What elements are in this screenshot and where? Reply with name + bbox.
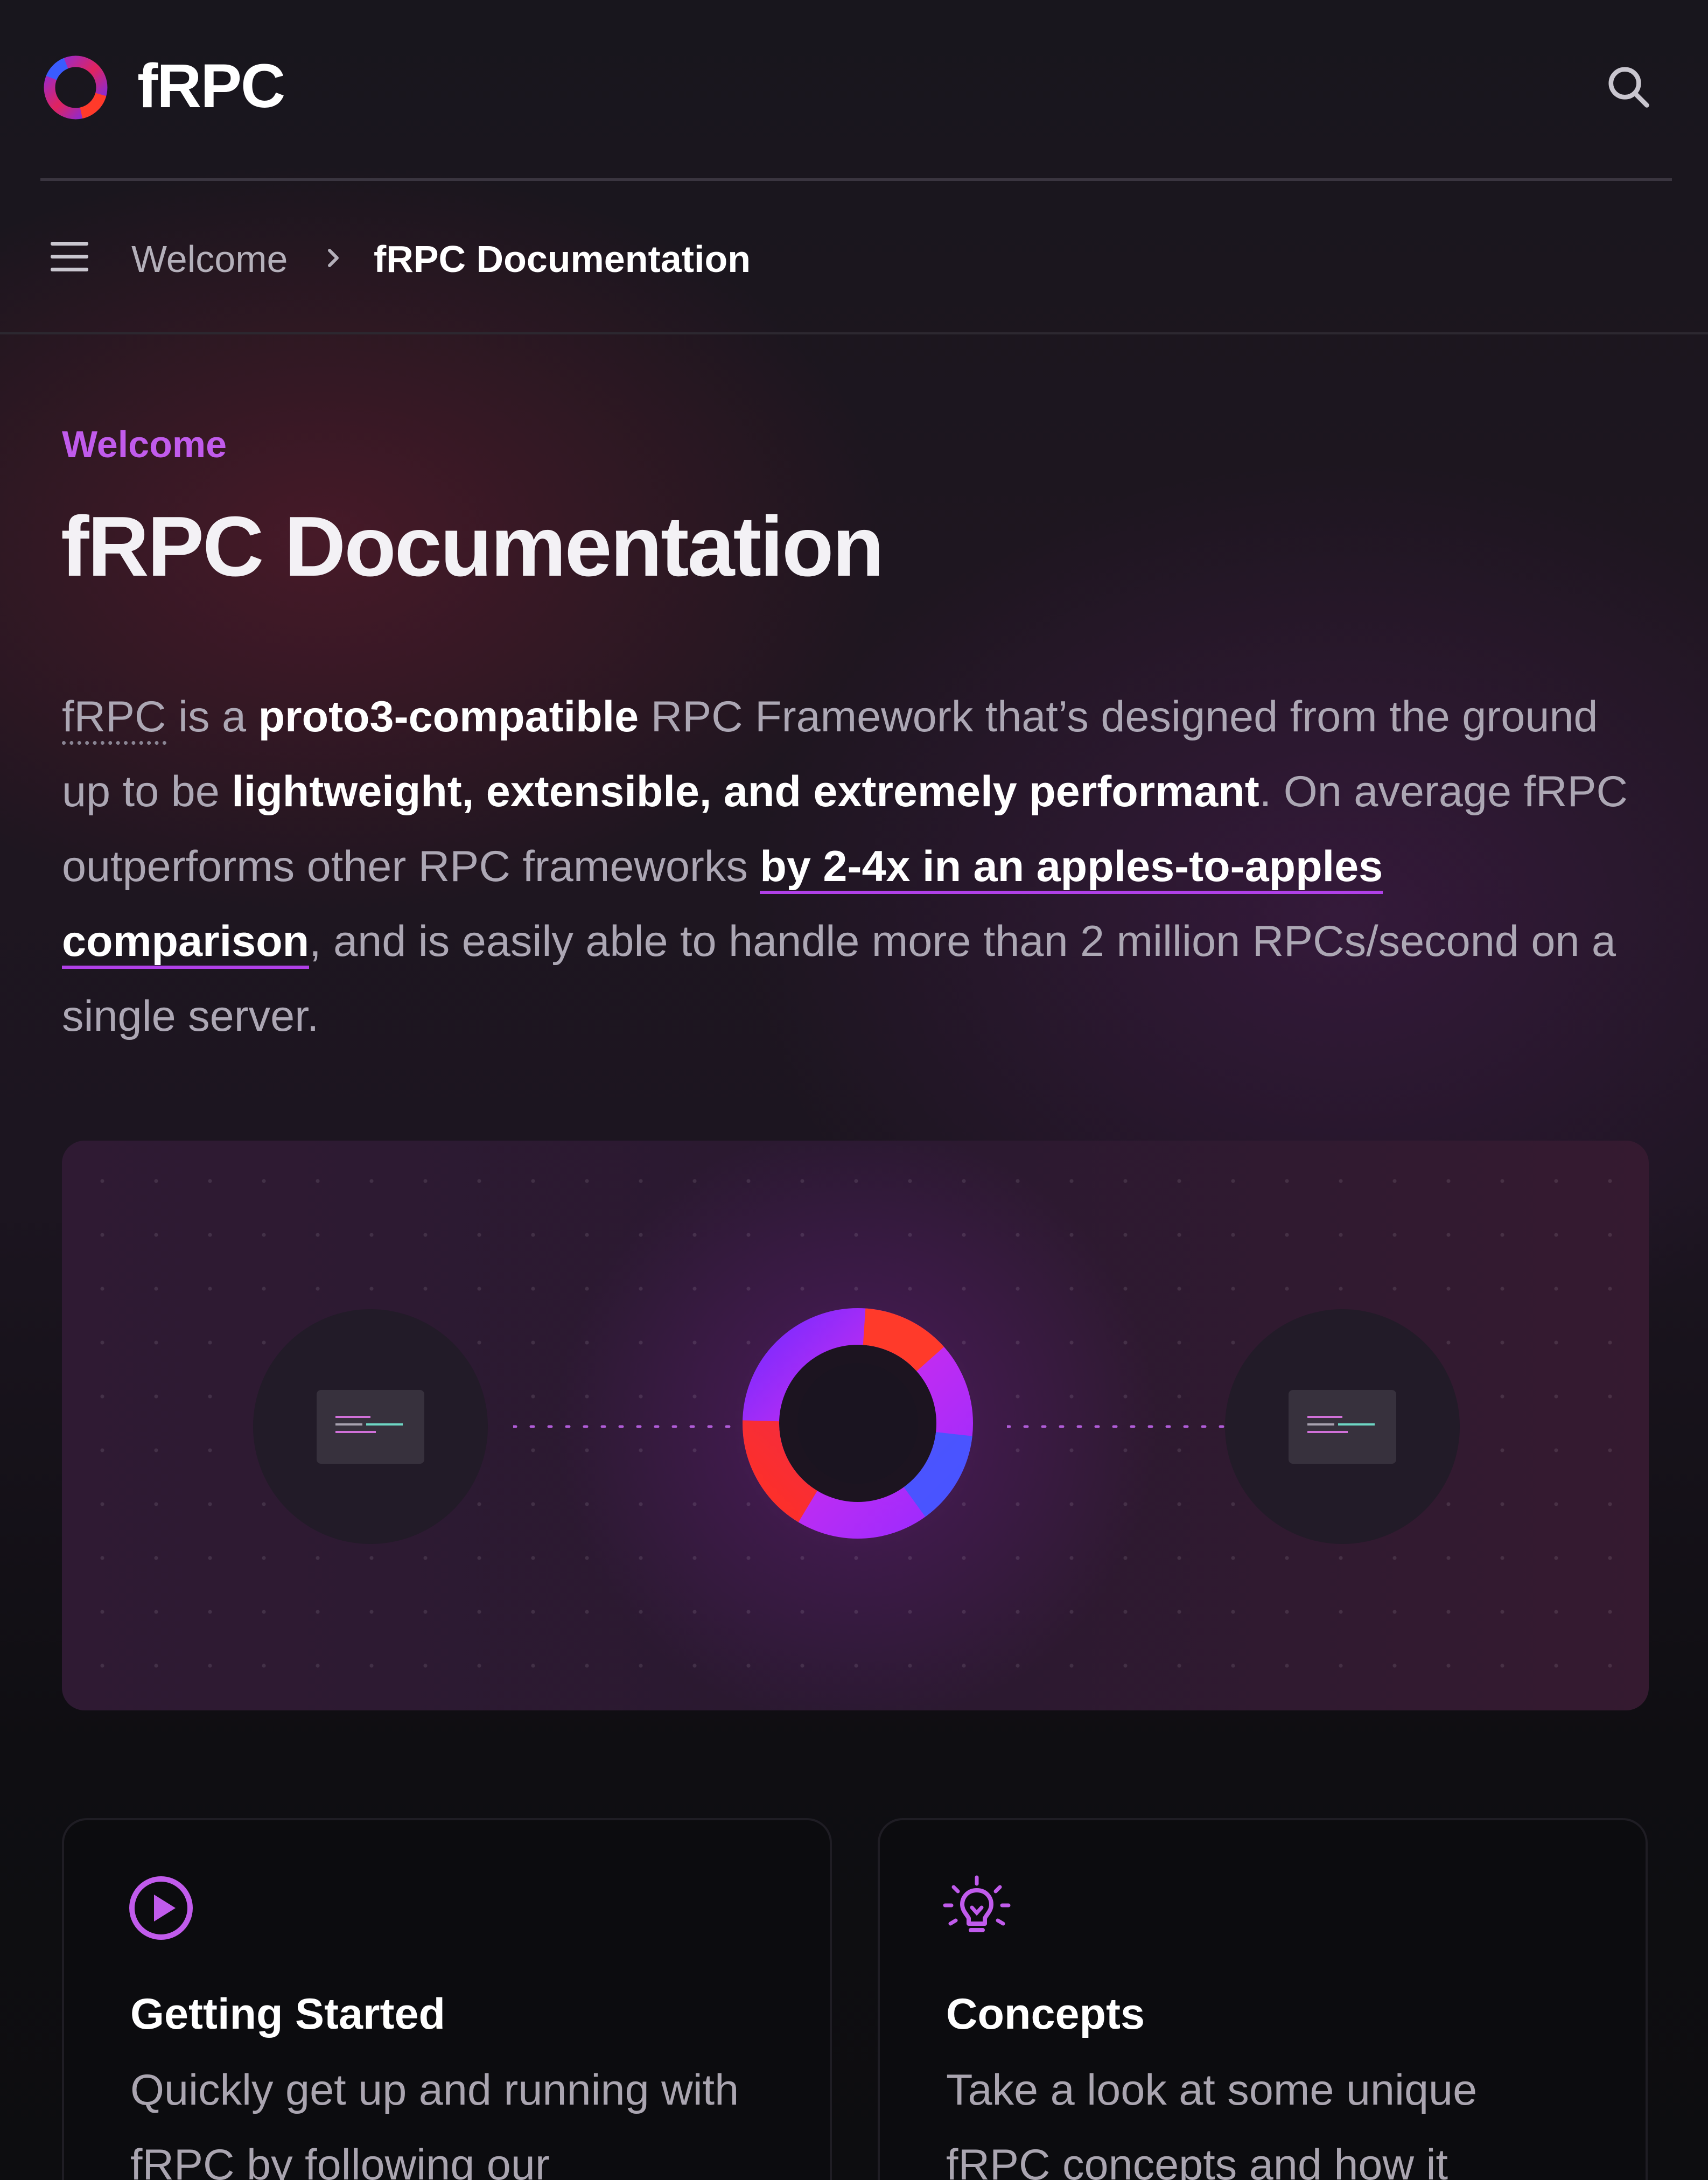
breadcrumb-item-welcome[interactable]: Welcome: [131, 235, 288, 283]
card-getting-started[interactable]: Getting Started Quickly get up and runni…: [62, 1818, 832, 2180]
intro-bold: proto3-compatible: [258, 693, 639, 741]
server-screen-icon: [1289, 1390, 1396, 1464]
play-circle-icon: [129, 1876, 193, 1940]
card-title: Getting Started: [130, 1990, 446, 2038]
brand-name[interactable]: fRPC: [137, 48, 285, 124]
frpc-ring-icon: [743, 1308, 973, 1539]
hero-illustration: [62, 1141, 1649, 1710]
card-description: Quickly get up and running with fRPC by …: [130, 2066, 739, 2180]
frpc-ring-logo-icon[interactable]: [40, 52, 111, 123]
client-screen-icon: [317, 1390, 424, 1464]
top-navigation-bar: fRPC: [40, 0, 1672, 181]
search-icon[interactable]: [1605, 64, 1651, 110]
intro-paragraph: fRPC is a proto3-compatible RPC Framewor…: [62, 680, 1653, 1054]
breadcrumb-item-current: fRPC Documentation: [374, 238, 751, 280]
hamburger-menu-icon[interactable]: [51, 240, 88, 274]
page-title: fRPC Documentation: [61, 499, 884, 594]
card-concepts[interactable]: Concepts Take a look at some unique fRPC…: [878, 1818, 1648, 2180]
chevron-right-icon: [328, 249, 339, 267]
frpc-term-tooltip[interactable]: fRPC: [62, 693, 166, 745]
card-description: Take a look at some unique fRPC concepts…: [946, 2066, 1478, 2180]
intro-text: is a: [166, 693, 258, 741]
connector-dots-left: [513, 1425, 750, 1428]
section-eyebrow: Welcome: [62, 423, 227, 465]
card-title: Concepts: [946, 1990, 1145, 2038]
server-node: [1225, 1309, 1460, 1544]
breadcrumb: Welcome fRPC Documentation: [0, 184, 1708, 334]
connector-dots-right: [1007, 1425, 1244, 1428]
lightbulb-icon: [943, 1875, 1011, 1932]
intro-bold: lightweight, extensible, and extremely p…: [232, 767, 1259, 816]
client-node: [253, 1309, 488, 1544]
